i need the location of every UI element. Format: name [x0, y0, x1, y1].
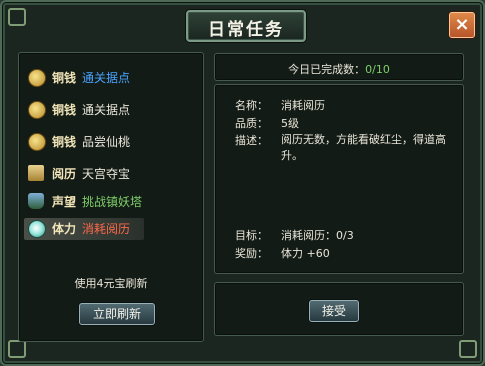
window-title: 日常任务	[208, 20, 284, 40]
coin-icon	[28, 69, 46, 87]
task-tag: 铜钱	[52, 135, 77, 149]
reward-label: 奖励：	[235, 247, 268, 260]
refresh-cost-text: 使用4元宝刷新	[74, 277, 148, 290]
task-tag: 阅历	[52, 167, 77, 181]
task-description: 阅历无数，方能看破红尘，得道高升。	[281, 133, 446, 162]
figure-icon	[28, 193, 44, 209]
task-detail-panel: 名称： 消耗阅历 品质： 5级 描述： 阅历无数，方能看破红尘，得道高升。 目标…	[214, 84, 464, 274]
task-goal: 消耗阅历：0/3	[281, 229, 354, 242]
task-name: 通关据点	[82, 103, 131, 117]
task-name: 通关据点	[82, 71, 131, 85]
coin-icon	[28, 101, 46, 119]
name-label: 名称：	[235, 99, 268, 112]
task-list-panel: 铜钱 通关据点 铜钱 通关据点 铜钱 品尝仙桃 阅历 天宫夺宝 声望 挑战镇妖塔…	[18, 52, 204, 342]
task-name: 消耗阅历	[82, 222, 131, 236]
task-tag: 声望	[52, 195, 77, 209]
task-detail-name: 消耗阅历	[281, 99, 325, 112]
orb-icon	[28, 220, 46, 238]
task-item[interactable]: 铜钱 通关据点	[24, 99, 194, 121]
action-panel: 接受	[214, 282, 464, 336]
accept-button[interactable]: 接受	[309, 300, 359, 322]
task-name: 天宫夺宝	[82, 167, 131, 181]
coin-icon	[28, 133, 46, 151]
title-plate: 日常任务	[186, 10, 306, 42]
frame-corner-ornament	[459, 340, 477, 358]
task-item[interactable]: 阅历 天宫夺宝	[24, 163, 194, 185]
task-tag: 体力	[52, 222, 77, 236]
scroll-icon	[28, 165, 44, 181]
goal-label: 目标：	[235, 229, 268, 242]
refresh-now-button[interactable]: 立即刷新	[79, 303, 155, 325]
task-tag: 铜钱	[52, 71, 77, 85]
task-quality: 5级	[281, 117, 299, 130]
task-item[interactable]: 声望 挑战镇妖塔	[24, 191, 194, 213]
close-button[interactable]: ×	[449, 12, 475, 38]
task-reward: 体力 +60	[281, 247, 330, 260]
task-name: 挑战镇妖塔	[82, 195, 143, 209]
progress-value: 0/10	[365, 63, 390, 76]
progress-text: 今日已完成数：0/10	[215, 61, 463, 77]
task-item-selected[interactable]: 体力 消耗阅历	[24, 218, 144, 240]
task-item[interactable]: 铜钱 通关据点	[24, 67, 194, 89]
task-tag: 铜钱	[52, 103, 77, 117]
quality-label: 品质：	[235, 117, 268, 130]
progress-label: 今日已完成数：	[288, 63, 366, 76]
task-name: 品尝仙桃	[82, 135, 131, 149]
close-icon: ×	[454, 14, 470, 35]
progress-panel: 今日已完成数：0/10	[214, 53, 464, 81]
description-label: 描述：	[235, 134, 268, 147]
task-item[interactable]: 铜钱 品尝仙桃	[24, 131, 194, 153]
frame-corner-ornament	[8, 8, 26, 26]
frame-corner-ornament	[8, 340, 26, 358]
